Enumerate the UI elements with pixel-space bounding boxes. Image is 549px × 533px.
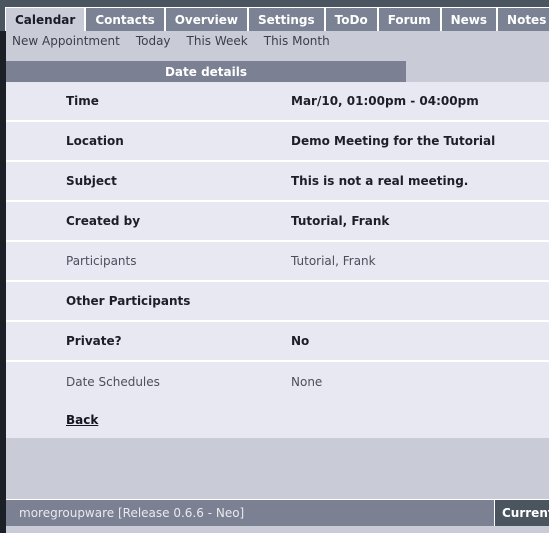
panel-top-gap <box>6 50 549 61</box>
detail-label: Created by <box>66 214 141 228</box>
detail-label: Subject <box>66 174 117 188</box>
detail-value: Demo Meeting for the Tutorial <box>291 134 496 148</box>
footer-current-button[interactable]: Current <box>494 499 549 526</box>
footer-release-info: moregroupware [Release 0.6.6 - Neo] <box>6 499 494 526</box>
detail-row: Date Schedules None <box>6 362 549 402</box>
detail-row: Created by Tutorial, Frank <box>6 202 549 242</box>
detail-label: Time <box>66 94 99 108</box>
tab-todo[interactable]: ToDo <box>324 7 378 31</box>
tab-settings[interactable]: Settings <box>247 7 325 31</box>
section-header-date-details: Date details <box>6 61 406 82</box>
tab-list: Calendar Contacts Overview Settings ToDo Foru… <box>5 7 549 31</box>
detail-row: Private? No <box>6 322 549 362</box>
calendar-submenu-bar: New Appointment Today This Week This Month <box>3 31 549 50</box>
detail-label: Private? <box>66 334 122 348</box>
detail-value: Tutorial, Frank <box>291 254 376 268</box>
main-tab-bar: Calendar Contacts Overview Settings ToDo Foru… <box>0 0 549 31</box>
detail-value: No <box>291 334 310 348</box>
tab-news[interactable]: News <box>440 7 498 31</box>
status-footer: moregroupware [Release 0.6.6 - Neo] Curr… <box>6 497 549 533</box>
tab-calendar[interactable]: Calendar <box>5 7 86 31</box>
tab-forum[interactable]: Forum <box>377 7 441 31</box>
detail-label: Date Schedules <box>66 375 160 389</box>
back-link[interactable]: Back <box>66 413 98 427</box>
detail-row: Time Mar/10, 01:00pm - 04:00pm <box>6 82 549 122</box>
detail-value: Tutorial, Frank <box>291 214 390 228</box>
detail-row: Location Demo Meeting for the Tutorial <box>6 122 549 162</box>
detail-row: Subject This is not a real meeting. <box>6 162 549 202</box>
tab-notes[interactable]: Notes <box>497 7 549 31</box>
detail-label: Participants <box>66 254 137 268</box>
detail-label: Other Participants <box>66 294 191 308</box>
detail-value: Mar/10, 01:00pm - 04:00pm <box>291 94 479 108</box>
submenu-item-today[interactable]: Today <box>136 34 171 48</box>
detail-value: None <box>291 375 323 389</box>
back-link-row: Back <box>6 402 549 438</box>
submenu-item-this-week[interactable]: This Week <box>187 34 248 48</box>
detail-value: This is not a real meeting. <box>291 174 469 188</box>
panel-bottom-gap <box>6 438 549 469</box>
submenu-item-this-month[interactable]: This Month <box>264 34 330 48</box>
section-title-label: Date details <box>164 64 248 79</box>
submenu-item-new-appointment[interactable]: New Appointment <box>12 34 120 48</box>
detail-row: Other Participants <box>6 282 549 322</box>
detail-row: Participants Tutorial, Frank <box>6 242 549 282</box>
application-window: Calendar Contacts Overview Settings ToDo Foru… <box>0 0 549 533</box>
detail-label: Location <box>66 134 124 148</box>
tab-contacts[interactable]: Contacts <box>85 7 165 31</box>
main-content-panel: Date details Time Mar/10, 01:00pm - 04:00… <box>3 50 549 533</box>
date-details-table: Time Mar/10, 01:00pm - 04:00pm Location Dem… <box>6 82 549 402</box>
tab-overview[interactable]: Overview <box>164 7 248 31</box>
